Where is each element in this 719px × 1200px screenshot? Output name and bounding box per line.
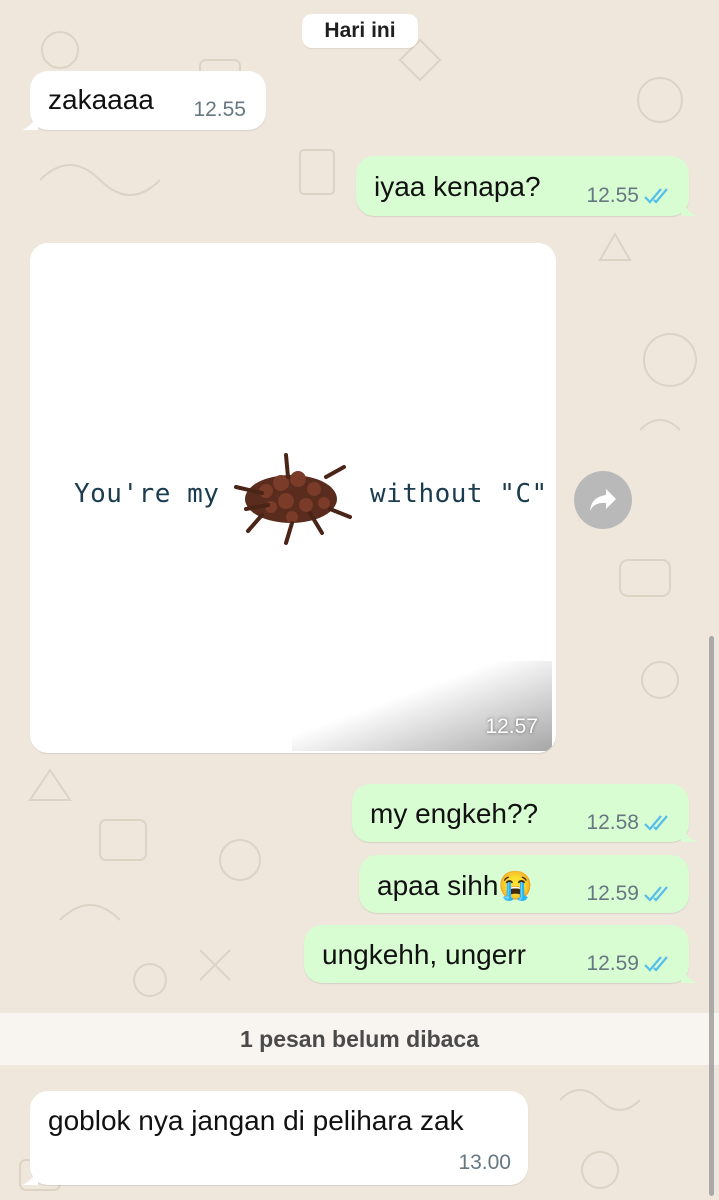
message-meta: 12.55 (586, 184, 671, 208)
double-check-icon (644, 815, 668, 831)
message-time: 12.57 (485, 715, 538, 738)
message-bubble-outgoing[interactable]: iyaa kenapa? 12.55 (356, 156, 697, 216)
meme-caption-right: without "C" (370, 479, 548, 509)
bubble-tail (22, 1169, 38, 1185)
message-time: 12.59 (586, 882, 639, 905)
message-bubble-incoming[interactable]: goblok nya jangan di pelihara zak 13.00 (22, 1091, 528, 1185)
forward-button[interactable] (574, 471, 632, 529)
double-check-icon (644, 956, 668, 972)
double-check-icon (644, 188, 668, 204)
forward-arrow-icon (590, 489, 616, 511)
bubble-tail (681, 200, 697, 216)
message-time: 12.59 (586, 952, 639, 975)
message-time: 12.55 (586, 184, 639, 207)
date-divider: Hari ini (302, 14, 418, 48)
message-meta: 12.58 (586, 811, 671, 835)
message-time: 12.58 (586, 811, 639, 834)
bubble-tail (681, 826, 697, 842)
message-text: apaa sihh😭 (377, 870, 534, 901)
message-bubble-outgoing[interactable]: my engkeh?? 12.58 (352, 784, 697, 842)
meme-caption-left: You're my (74, 479, 220, 509)
message-meta: 12.59 (586, 952, 671, 976)
cloves-image (234, 453, 352, 545)
bubble-tail (681, 967, 697, 983)
scrollbar[interactable] (709, 636, 714, 1196)
message-meta: 12.59 (586, 882, 671, 906)
bubble-tail (22, 114, 38, 130)
message-text: my engkeh?? (370, 798, 539, 829)
message-text: ungkehh, ungerr (322, 939, 526, 970)
unread-label: 1 pesan belum dibaca (239, 1025, 480, 1052)
message-bubble-incoming[interactable]: zakaaaa 12.55 (22, 71, 266, 130)
double-check-icon (644, 886, 668, 902)
message-text: goblok nya jangan di pelihara zak (48, 1105, 464, 1136)
unread-messages-divider: 1 pesan belum dibaca (0, 1013, 719, 1065)
meme-image[interactable]: You're my without "C" 12.57 (30, 243, 552, 751)
message-time: 12.55 (193, 98, 246, 121)
message-time: 13.00 (458, 1151, 511, 1174)
message-text: iyaa kenapa? (374, 171, 541, 202)
image-message[interactable]: You're my without "C" 12.57 (30, 243, 556, 753)
message-bubble-outgoing[interactable]: ungkehh, ungerr 12.59 (304, 925, 697, 983)
date-divider-label: Hari ini (324, 19, 396, 42)
message-bubble-outgoing[interactable]: apaa sihh😭 12.59 (359, 855, 689, 913)
message-text: zakaaaa (48, 84, 154, 115)
